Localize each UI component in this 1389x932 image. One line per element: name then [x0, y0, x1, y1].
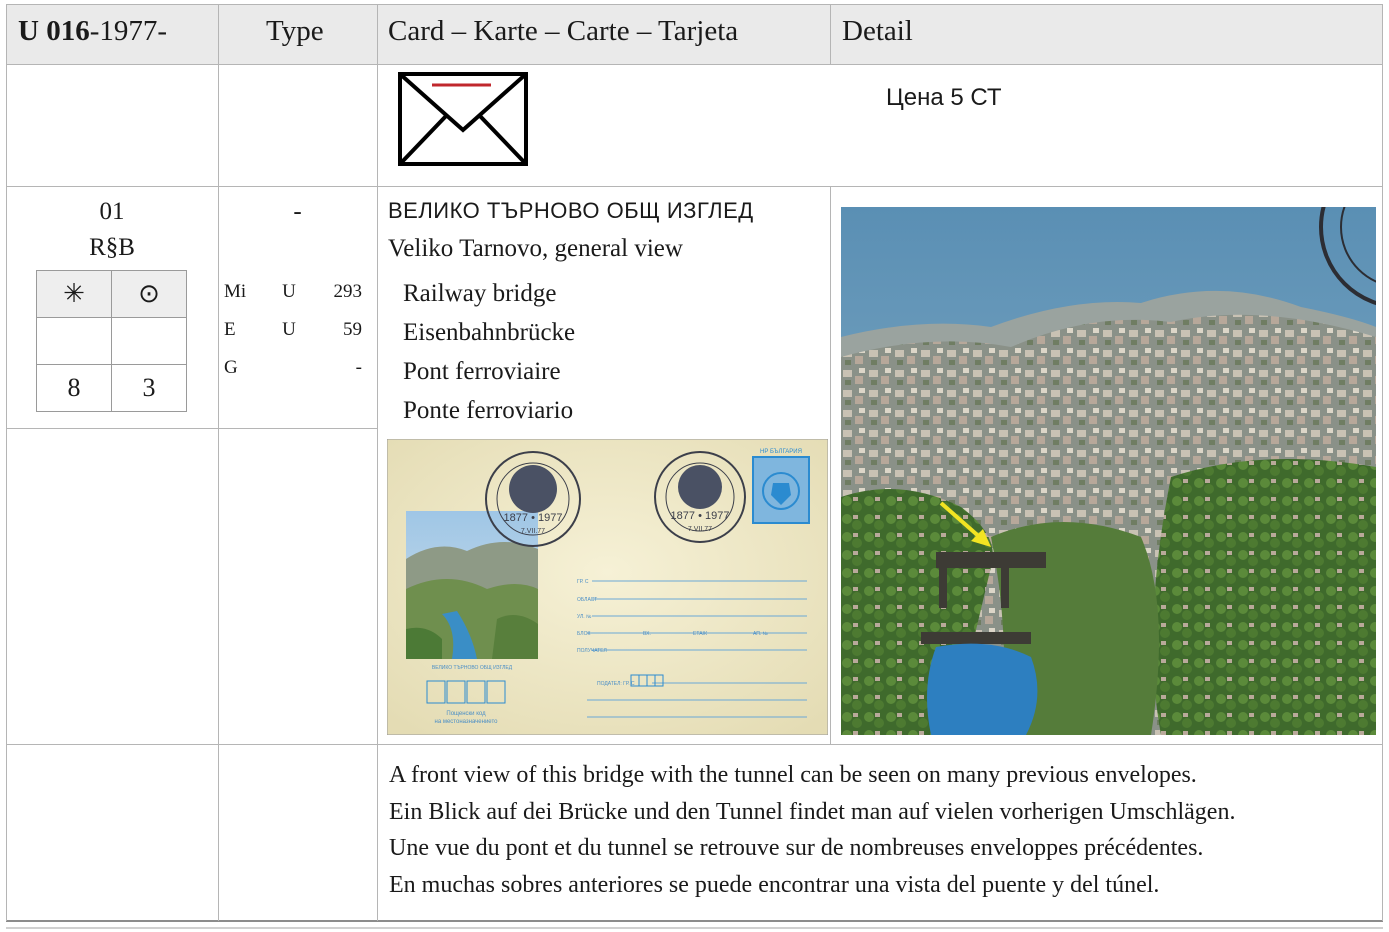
- note-en: A front view of this bridge with the tun…: [389, 762, 1197, 788]
- item-code: R§B: [89, 234, 135, 261]
- postage-stamp: [752, 456, 810, 524]
- catalog-row: G -: [224, 349, 362, 387]
- catalog-name: Mi: [224, 281, 247, 302]
- header-detail: Detail: [842, 15, 913, 47]
- mint-symbol: ✳: [36, 270, 112, 318]
- grid-line: [830, 186, 831, 744]
- catalog-name: E: [224, 319, 236, 340]
- used-value: 3: [111, 364, 187, 412]
- detail-photo: [841, 207, 1376, 735]
- catalog-row: E U 59: [224, 311, 362, 349]
- catalog-name: G: [224, 357, 238, 378]
- note-es: En muchas sobres anteriores se puede enc…: [389, 871, 1160, 898]
- envelope-image: 1877 • 1977 7.VII.77 1877 • 1977 7.VII.7…: [387, 439, 828, 735]
- envelope-icon: [398, 72, 528, 166]
- postage-label: НР БЪЛГАРИЯ: [760, 449, 802, 455]
- stamp-years: 1877 • 1977: [671, 510, 730, 522]
- grid-line: [6, 744, 1383, 745]
- note-fr: Une vue du pont et du tunnel se retrouve…: [389, 835, 1204, 861]
- item-number: 01: [99, 198, 125, 225]
- subject-en: Railway bridge: [403, 280, 557, 307]
- notes: A front view of this bridge with the tun…: [389, 757, 1235, 903]
- grid-line: [6, 4, 1383, 5]
- catalog-series: U: [282, 281, 296, 302]
- grid-cell: [111, 317, 187, 365]
- catalog-number: 293: [333, 281, 363, 302]
- address-label: ОБЛАСТ: [577, 597, 597, 603]
- type-value: -: [293, 198, 302, 225]
- sender-label: ПОДАТЕЛ: ГР. С: [597, 681, 635, 687]
- subject-de: Eisenbahnbrücke: [403, 319, 576, 346]
- header-type: Type: [266, 15, 324, 47]
- subject-fr: Pont ferroviaire: [403, 358, 561, 385]
- grid-line: [377, 4, 378, 921]
- catalog-id-bold: U 016: [18, 15, 90, 47]
- catalog-table: Mi U 293 E U 59 G -: [224, 273, 362, 387]
- grid-line: [6, 4, 7, 921]
- stamp-date: 7.VII.77: [688, 526, 712, 533]
- subject-list: Railway bridge Eisenbahnbrücke Pont ferr…: [403, 274, 575, 430]
- envelope-photo: [406, 511, 538, 659]
- note-de: Ein Blick auf dei Brücke und den Tunnel …: [389, 798, 1236, 825]
- grid-line: [830, 4, 831, 64]
- address-label: ПОЛУЧАТЕЛ: [577, 648, 607, 654]
- address-label: ЕТАЖ: [693, 631, 708, 637]
- postcode-caption: на местоназначението: [435, 719, 499, 725]
- grid-line: [6, 186, 1383, 187]
- grid-line: [6, 64, 1383, 65]
- used-symbol: ⊙: [111, 270, 187, 318]
- catalog-series: U: [282, 319, 296, 340]
- subject-it: Ponte ferroviario: [403, 397, 574, 424]
- header-card: Card – Karte – Carte – Tarjeta: [388, 15, 739, 47]
- stamp-years: 1877 • 1977: [504, 512, 563, 524]
- address-label: ВХ.: [643, 631, 651, 637]
- mint-value: 8: [36, 364, 112, 412]
- envelope-caption: ВЕЛИКО ТЪРНОВО ОБЩ ИЗГЛЕД: [432, 665, 513, 671]
- stamp-date: 7.VII.77: [521, 528, 545, 535]
- grid-line: [1382, 4, 1383, 921]
- grid-cell: [36, 317, 112, 365]
- price-label: Цена 5 СТ: [886, 84, 1002, 111]
- grid-line: [6, 927, 1383, 929]
- address-label: ГР. С: [577, 579, 589, 585]
- title-bulgarian: ВЕЛИКО ТЪРНОВО ОБЩ ИЗГЛЕД: [388, 198, 754, 223]
- title-english: Veliko Tarnovo, general view: [388, 235, 683, 262]
- catalog-id: U 016-1977-: [18, 14, 167, 48]
- address-label: БЛОК: [577, 631, 590, 637]
- catalog-number: -: [355, 357, 362, 378]
- postcode-caption: Пощенски код: [446, 711, 486, 717]
- grid-line: [218, 4, 219, 921]
- catalog-number: 59: [343, 319, 362, 340]
- catalog-id-years: -1977-: [89, 15, 168, 47]
- grid-line: [6, 428, 378, 429]
- catalog-row: Mi U 293: [224, 273, 362, 311]
- catalog-series: [272, 349, 306, 387]
- address-label: АП. №: [753, 631, 768, 637]
- grid-line: [6, 920, 1383, 922]
- condition-grid: ✳ ⊙ 8 3: [36, 270, 187, 412]
- address-label: УЛ. №: [577, 614, 591, 620]
